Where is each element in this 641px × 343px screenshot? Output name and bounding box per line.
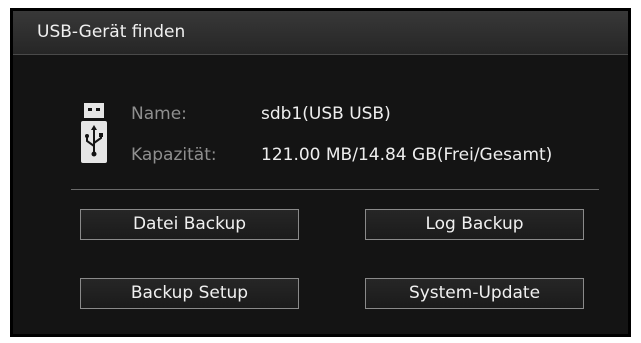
log-backup-button[interactable]: Log Backup [365,209,584,240]
usb-device-dialog: USB-Gerät finden Name: sdb1(USB USB) Kap… [10,8,631,337]
divider [71,189,599,190]
name-label: Name: [131,104,187,124]
file-backup-button[interactable]: Datei Backup [80,209,299,240]
system-update-button[interactable]: System-Update [365,278,584,309]
name-value: sdb1(USB USB) [261,104,391,124]
dialog-title: USB-Gerät finden [37,22,186,42]
backup-setup-button[interactable]: Backup Setup [80,278,299,309]
capacity-label: Kapazität: [131,145,217,165]
dialog-titlebar: USB-Gerät finden [13,11,628,55]
usb-drive-icon [81,103,107,163]
capacity-value: 121.00 MB/14.84 GB(Frei/Gesamt) [261,145,553,165]
